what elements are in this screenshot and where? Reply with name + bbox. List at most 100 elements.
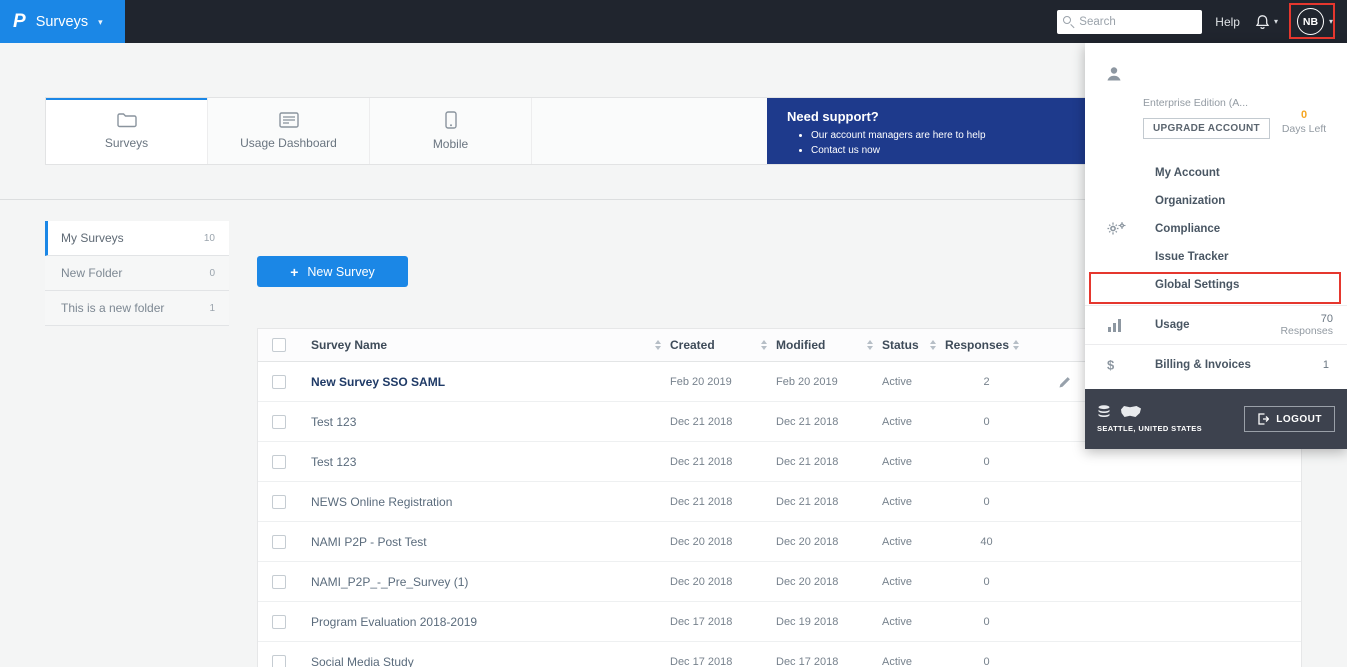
folder-label: This is a new folder (61, 301, 164, 315)
chevron-icon: ▾ (1329, 17, 1333, 26)
modified-cell: Dec 21 2018 (776, 416, 882, 428)
table-row[interactable]: NEWS Online Registration Dec 21 2018 Dec… (258, 482, 1301, 522)
menu-item-label: Global Settings (1155, 279, 1239, 291)
row-checkbox[interactable] (272, 375, 286, 389)
usage-label: Usage (1155, 319, 1190, 331)
sidebar-item-new-folder[interactable]: New Folder 0 (45, 256, 229, 291)
product-switcher[interactable]: P Surveys ▾ (0, 0, 125, 43)
folder-count: 1 (209, 303, 215, 314)
row-checkbox[interactable] (272, 655, 286, 667)
survey-name-link[interactable]: NAMI P2P - Post Test (311, 535, 427, 549)
select-all-checkbox[interactable] (272, 338, 286, 352)
table-row[interactable]: Program Evaluation 2018-2019 Dec 17 2018… (258, 602, 1301, 642)
global-search[interactable] (1057, 10, 1202, 34)
tab-usage-dashboard[interactable]: Usage Dashboard (208, 98, 370, 164)
sidebar-item-this-is-a-new-folder[interactable]: This is a new folder 1 (45, 291, 229, 326)
survey-name-link[interactable]: Program Evaluation 2018-2019 (311, 615, 477, 629)
responses-cell: 0 (945, 416, 1028, 428)
survey-name-link[interactable]: Test 123 (311, 415, 356, 429)
table-row[interactable]: NAMI P2P - Post Test Dec 20 2018 Dec 20 … (258, 522, 1301, 562)
survey-name-link[interactable]: NAMI_P2P_-_Pre_Survey (1) (311, 575, 468, 589)
column-created: Created (670, 338, 715, 352)
menu-item-billing-invoices[interactable]: $ Billing & Invoices 1 (1085, 345, 1347, 385)
row-checkbox[interactable] (272, 415, 286, 429)
survey-name-link[interactable]: Social Media Study (311, 655, 414, 667)
account-menu-items: My Account Organization Compliance Issue… (1085, 153, 1347, 299)
row-checkbox[interactable] (272, 495, 286, 509)
menu-item-label: Issue Tracker (1155, 251, 1229, 263)
modified-cell: Dec 20 2018 (776, 536, 882, 548)
new-survey-button[interactable]: + New Survey (257, 256, 408, 287)
menu-item-compliance[interactable]: Compliance (1085, 215, 1347, 243)
upgrade-account-button[interactable]: UPGRADE ACCOUNT (1143, 118, 1270, 139)
surveys-dashboard-page: P Surveys ▾ Help ▾ NB ▾ (0, 0, 1347, 667)
tab-surveys[interactable]: Surveys (46, 98, 208, 164)
folder-label: My Surveys (61, 231, 124, 245)
created-cell: Dec 21 2018 (670, 416, 776, 428)
survey-name-link[interactable]: New Survey SSO SAML (311, 375, 445, 389)
responses-cell: 0 (945, 576, 1028, 588)
modified-cell: Dec 21 2018 (776, 456, 882, 468)
menu-item-issue-tracker[interactable]: Issue Tracker (1085, 243, 1347, 271)
notifications-button[interactable]: ▾ (1255, 14, 1278, 30)
sort-icon[interactable] (655, 340, 661, 350)
account-dropdown: Enterprise Edition (A... UPGRADE ACCOUNT… (1085, 43, 1347, 449)
bar-chart-icon (1107, 318, 1123, 332)
status-cell: Active (882, 616, 945, 628)
account-menu-button[interactable]: NB ▾ (1297, 8, 1333, 35)
table-row[interactable]: NAMI_P2P_-_Pre_Survey (1) Dec 20 2018 De… (258, 562, 1301, 602)
avatar[interactable]: NB (1297, 8, 1324, 35)
product-label: Surveys (36, 14, 88, 30)
bell-icon (1255, 14, 1270, 30)
responses-cell: 0 (945, 456, 1028, 468)
questionpro-logo: P (13, 11, 26, 33)
menu-item-label: Compliance (1155, 223, 1220, 235)
row-checkbox[interactable] (272, 615, 286, 629)
menu-item-label: Organization (1155, 195, 1225, 207)
logout-button[interactable]: LOGOUT (1244, 406, 1335, 432)
column-responses: Responses (945, 338, 1009, 352)
folder-count: 10 (204, 233, 215, 244)
created-cell: Dec 20 2018 (670, 536, 776, 548)
modified-cell: Dec 21 2018 (776, 496, 882, 508)
column-status: Status (882, 338, 919, 352)
search-input[interactable] (1079, 16, 1196, 28)
account-footer: SEATTLE, UNITED STATES LOGOUT (1085, 389, 1347, 449)
tab-mobile[interactable]: Mobile (370, 98, 532, 164)
created-cell: Dec 21 2018 (670, 456, 776, 468)
search-icon (1063, 16, 1074, 27)
status-cell: Active (882, 536, 945, 548)
sidebar-item-my-surveys[interactable]: My Surveys 10 (45, 221, 229, 256)
row-checkbox[interactable] (272, 455, 286, 469)
created-cell: Dec 17 2018 (670, 616, 776, 628)
sort-icon[interactable] (761, 340, 767, 350)
days-left-value: 0 (1271, 109, 1337, 121)
chevron-down-icon: ▾ (98, 17, 103, 28)
days-left-label: Days Left (1271, 123, 1337, 135)
table-row[interactable]: Social Media Study Dec 17 2018 Dec 17 20… (258, 642, 1301, 667)
sort-icon[interactable] (1013, 340, 1019, 350)
new-survey-label: New Survey (307, 265, 374, 279)
sort-icon[interactable] (930, 340, 936, 350)
edit-pencil-icon[interactable] (1058, 375, 1072, 389)
datacenter-icon (1097, 405, 1111, 418)
menu-item-global-settings[interactable]: Global Settings (1085, 271, 1347, 299)
menu-item-my-account[interactable]: My Account (1085, 159, 1347, 187)
responses-cell: 0 (945, 496, 1028, 508)
folder-count: 0 (209, 268, 215, 279)
responses-cell: 0 (945, 656, 1028, 667)
row-checkbox[interactable] (272, 535, 286, 549)
datacenter-location: SEATTLE, UNITED STATES (1097, 424, 1202, 433)
survey-name-link[interactable]: Test 123 (311, 455, 356, 469)
menu-item-organization[interactable]: Organization (1085, 187, 1347, 215)
responses-cell: 0 (945, 616, 1028, 628)
sort-icon[interactable] (867, 340, 873, 350)
chevron-down-icon: ▾ (1274, 17, 1278, 26)
menu-item-usage[interactable]: Usage 70 Responses (1085, 305, 1347, 345)
row-checkbox[interactable] (272, 575, 286, 589)
dashboard-icon (279, 112, 299, 128)
help-link[interactable]: Help (1215, 15, 1240, 29)
gears-icon (1107, 222, 1126, 237)
status-cell: Active (882, 376, 945, 388)
survey-name-link[interactable]: NEWS Online Registration (311, 495, 452, 509)
